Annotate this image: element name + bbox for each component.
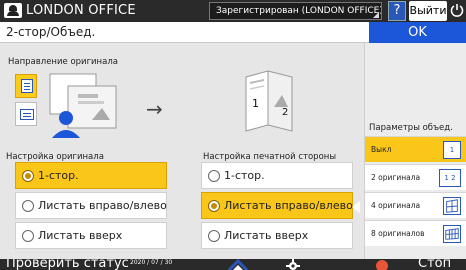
page-title: 2-стор/Объед. bbox=[6, 25, 96, 39]
login-status[interactable]: Зарегистрирован (LONDON OFFICE) bbox=[209, 2, 382, 20]
option-label: Листать вверх bbox=[224, 229, 309, 242]
main-panel: Направление оригинала → 1 2 Настройка ор… bbox=[0, 43, 364, 259]
help-button[interactable]: ? bbox=[388, 1, 406, 21]
combine-option-label: 2 оригинала bbox=[371, 173, 421, 182]
power-icon[interactable] bbox=[450, 3, 464, 18]
radio-selected-icon bbox=[208, 200, 220, 212]
option-label: Листать вправо/влево bbox=[224, 199, 353, 212]
landscape-doc-icon bbox=[20, 109, 34, 120]
print-side-illustration: 1 2 bbox=[245, 70, 293, 132]
print-side-option-flip-left-right[interactable]: Листать вправо/влево bbox=[201, 192, 353, 219]
combine-2up-icon: 1 2 bbox=[439, 169, 461, 187]
orientation-landscape-button[interactable] bbox=[15, 102, 37, 126]
orientation-label: Направление оригинала bbox=[8, 57, 118, 67]
gear-icon[interactable] bbox=[286, 259, 300, 270]
print-side-option-one-sided[interactable]: 1-стор. bbox=[201, 162, 353, 189]
original-option-one-sided[interactable]: 1-стор. bbox=[15, 162, 167, 189]
original-orientation-illustration bbox=[49, 73, 117, 138]
option-label: 1-стор. bbox=[224, 169, 265, 182]
orientation-portrait-button[interactable] bbox=[15, 74, 37, 98]
portrait-doc-icon bbox=[21, 79, 33, 93]
print-side-settings-label: Настройка печатной стороны bbox=[203, 152, 337, 162]
ok-button[interactable]: OK bbox=[369, 22, 466, 43]
login-status-text: Зарегистрирован (LONDON OFFICE) bbox=[216, 6, 382, 16]
radio-icon bbox=[208, 170, 220, 182]
footer-bar: Проверить статус 2020 / 07 / 30 Стоп bbox=[0, 259, 466, 270]
combine-option-label: Выкл bbox=[371, 145, 392, 154]
date-display: 2020 / 07 / 30 bbox=[130, 259, 173, 266]
device-name: LONDON OFFICE bbox=[26, 3, 136, 18]
option-label: Листать вверх bbox=[38, 229, 123, 242]
combine-option-2-originals[interactable]: 2 оригинала 1 2 bbox=[365, 164, 466, 190]
print-side-option-flip-up[interactable]: Листать вверх bbox=[201, 222, 353, 249]
corner-indicator-icon bbox=[373, 12, 379, 18]
combine-option-off[interactable]: Выкл 1 bbox=[365, 136, 466, 162]
original-option-flip-up[interactable]: Листать вверх bbox=[15, 222, 167, 249]
stop-icon[interactable] bbox=[376, 259, 388, 270]
combine-label: Параметры объед. bbox=[369, 123, 453, 133]
option-label: 1-стор. bbox=[38, 169, 79, 182]
page-number-1: 1 bbox=[252, 97, 259, 110]
radio-icon bbox=[22, 200, 34, 212]
page-number-2: 2 bbox=[282, 107, 288, 118]
callout-pointer bbox=[352, 201, 360, 213]
original-settings-label: Настройка оригинала bbox=[6, 152, 104, 162]
combine-4up-icon bbox=[443, 197, 461, 215]
title-bar: 2-стор/Объед. OK bbox=[0, 22, 466, 43]
combine-option-8-originals[interactable]: 8 оригиналов bbox=[365, 220, 466, 246]
combine-option-label: 8 оригиналов bbox=[371, 229, 425, 238]
arrow-right-icon: → bbox=[146, 97, 163, 121]
combine-off-icon: 1 bbox=[443, 141, 461, 159]
combine-panel: Параметры объед. Выкл 1 2 оригинала 1 2 … bbox=[364, 43, 466, 259]
stop-button[interactable]: Стоп bbox=[418, 259, 451, 270]
radio-selected-icon bbox=[22, 170, 34, 182]
header-bar: LONDON OFFICE Зарегистрирован (LONDON OF… bbox=[0, 0, 466, 22]
combine-option-label: 4 оригинала bbox=[371, 201, 421, 210]
check-status-button[interactable]: Проверить статус bbox=[6, 259, 129, 270]
radio-icon bbox=[208, 230, 220, 242]
option-label: Листать вправо/влево bbox=[38, 199, 167, 212]
home-icon[interactable] bbox=[225, 259, 251, 270]
combine-option-4-originals[interactable]: 4 оригинала bbox=[365, 192, 466, 218]
original-option-flip-left-right[interactable]: Листать вправо/влево bbox=[15, 192, 167, 219]
radio-icon bbox=[22, 230, 34, 242]
logout-button[interactable]: Выйти bbox=[409, 1, 447, 21]
user-icon[interactable] bbox=[4, 3, 22, 18]
combine-8up-icon bbox=[443, 225, 461, 243]
